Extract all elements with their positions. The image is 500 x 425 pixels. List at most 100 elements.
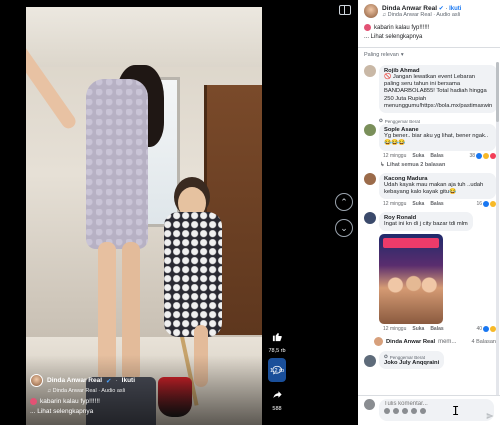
audio-label[interactable]: ♫ Dinda Anwar Real · Audio asli xyxy=(30,388,260,394)
comment-bubble: Sople Asane Yg bener.. biar aku yg lihat… xyxy=(379,124,496,151)
scene-person-standing xyxy=(86,79,148,249)
photo-sign xyxy=(383,238,439,249)
separator-dot: · xyxy=(115,377,118,384)
comment-composer xyxy=(358,395,500,425)
commenter-name[interactable]: Joko July Anqqraini xyxy=(384,360,439,366)
reaction-count: 16 xyxy=(476,201,482,208)
comment-item: Kacong Madura Udah kayak mau makan aja t… xyxy=(364,172,496,208)
comment-input-box[interactable] xyxy=(379,399,494,421)
commenter-avatar[interactable] xyxy=(364,172,376,185)
comment-time[interactable]: 12 minggu xyxy=(383,201,406,207)
verified-icon: ✔ xyxy=(438,5,444,12)
composer-tools xyxy=(384,408,489,414)
reaction-summary[interactable]: 16 xyxy=(476,201,496,208)
panel-caption-text: kabarin kalau fyp!!!!!! xyxy=(374,24,430,31)
comment-meta: 12 minggu Suka Balas 38 xyxy=(379,152,496,159)
gif-icon[interactable] xyxy=(411,408,417,414)
panel-author-name[interactable]: Dinda Anwar Real xyxy=(382,5,437,12)
reaction-count: 38 xyxy=(469,152,475,159)
reaction-summary[interactable]: 40 xyxy=(476,326,496,333)
panel-author-info: Dinda Anwar Real ✔ · Ikuti ♫ Dinda Anwar… xyxy=(382,5,461,18)
comment-text: Yg bener.. biar aku yg lihat, bener ngak… xyxy=(384,133,489,147)
like-comment-link[interactable]: Suka xyxy=(412,201,424,207)
comment-item: Dinda Anwar Real mem... 4 Balasan xyxy=(364,337,496,347)
app-root: Dinda Anwar Real ✔ · Ikuti ♫ Dinda Anwar… xyxy=(0,0,500,425)
collapse-panel-icon[interactable] xyxy=(339,5,351,15)
like-comment-link[interactable]: Suka xyxy=(412,326,424,332)
sticker-icon[interactable] xyxy=(420,408,426,414)
comment-list: Rojib Ahmad 🚫 Jangan lewatkan event Leba… xyxy=(358,58,500,370)
share-button[interactable] xyxy=(267,384,287,404)
view-replies-label: Lihat semua 2 balasan xyxy=(386,161,446,168)
comment-meta: 12 minggu Suka Balas 16 xyxy=(379,201,496,208)
like-button[interactable] xyxy=(267,326,287,346)
badge-icon: ✪ xyxy=(379,118,383,124)
commenter-avatar[interactable] xyxy=(364,65,376,77)
author-name[interactable]: Dinda Anwar Real xyxy=(47,377,102,384)
reaction-summary[interactable]: 38 xyxy=(469,152,496,159)
caption-text-row: kabarin kalau fyp!!!!!! xyxy=(30,398,260,405)
author-avatar[interactable] xyxy=(30,374,43,387)
scene-person-sweeping xyxy=(164,212,222,337)
reply-comment-link[interactable]: Balas xyxy=(430,153,443,159)
caption-author-row: Dinda Anwar Real ✔ · Ikuti xyxy=(30,374,260,387)
commenter-avatar[interactable] xyxy=(364,212,376,225)
reply-comment-link[interactable]: Balas xyxy=(430,201,443,207)
avatar-sticker-icon[interactable] xyxy=(384,408,390,414)
like-comment-link[interactable]: Suka xyxy=(412,153,424,159)
like-reaction-icon xyxy=(483,201,489,208)
commenter-name[interactable]: Dinda Anwar Real xyxy=(386,339,435,345)
comment-text: mem... xyxy=(438,338,457,345)
comment-body: Kacong Madura Udah kayak mau makan aja t… xyxy=(379,172,496,208)
commenter-avatar[interactable] xyxy=(364,124,376,137)
reaction-count: 40 xyxy=(476,326,482,333)
text-cursor-icon: I xyxy=(452,404,460,418)
photo-faces xyxy=(385,270,437,301)
commenter-avatar[interactable] xyxy=(364,355,376,368)
commenter-avatar[interactable] xyxy=(374,337,383,347)
follow-link[interactable]: Ikuti xyxy=(122,377,135,384)
replies-count[interactable]: 4 Balasan xyxy=(472,339,496,345)
share-count: 588 xyxy=(272,406,282,412)
camera-icon[interactable] xyxy=(402,408,408,414)
haha-reaction-icon xyxy=(483,152,489,159)
reply-arrow-icon: ↳ xyxy=(380,161,385,168)
comment-time[interactable]: 12 minggu xyxy=(383,153,406,159)
composer-row xyxy=(364,399,494,421)
comment-bubble: Rojib Ahmad 🚫 Jangan lewatkan event Leba… xyxy=(379,65,497,114)
comments-panel: Dinda Anwar Real ✔ · Ikuti ♫ Dinda Anwar… xyxy=(358,0,500,425)
verified-icon: ✔ xyxy=(106,377,112,385)
comment-item: Rojib Ahmad 🚫 Jangan lewatkan event Leba… xyxy=(364,65,497,114)
emoji-picker-icon[interactable] xyxy=(393,408,399,414)
comments-scrollbar[interactable] xyxy=(496,62,499,402)
share-arrow-icon xyxy=(272,390,282,398)
comment-body: Rojib Ahmad 🚫 Jangan lewatkan event Leba… xyxy=(379,65,497,114)
like-reaction-icon xyxy=(483,326,489,333)
scene-ceiling xyxy=(26,7,262,67)
panel-author-row: Dinda Anwar Real ✔ · Ikuti ♫ Dinda Anwar… xyxy=(364,4,494,18)
panel-author-avatar[interactable] xyxy=(364,4,378,18)
comment-photo[interactable] xyxy=(379,234,443,325)
previous-video-button[interactable]: ⌃ xyxy=(335,193,353,211)
send-icon[interactable] xyxy=(486,412,494,420)
see-more-link[interactable]: ... Lihat selengkapnya xyxy=(30,408,260,415)
panel-see-more-link[interactable]: ... Lihat selengkapnya xyxy=(364,34,494,40)
chevron-down-icon: ▾ xyxy=(400,52,404,58)
reel-video[interactable] xyxy=(26,7,262,425)
like-count: 78,5 rb xyxy=(268,348,286,354)
comment-time[interactable]: 12 minggu xyxy=(383,326,406,332)
chevron-down-icon: ⌄ xyxy=(340,222,348,233)
view-replies-link[interactable]: ↳ Lihat semua 2 balasan xyxy=(380,162,496,168)
like-reaction-icon xyxy=(476,152,482,159)
video-caption: Dinda Anwar Real ✔ · Ikuti ♫ Dinda Anwar… xyxy=(30,374,260,415)
comment-text: 🚫 Jangan lewatkan event Lebaran paling s… xyxy=(384,74,493,109)
reply-comment-link[interactable]: Balas xyxy=(430,326,443,332)
comment-body: ✪ Penggemar Berat Joko July Anqqraini xyxy=(379,351,496,370)
panel-audio-label[interactable]: ♫ Dinda Anwar Real · Audio asli xyxy=(382,12,461,18)
comment-text: Udah kayak mau makan aja tuh ..udah keba… xyxy=(384,181,484,195)
panel-follow-link[interactable]: Ikuti xyxy=(449,6,461,12)
next-video-button[interactable]: ⌄ xyxy=(335,219,353,237)
comment-input[interactable] xyxy=(384,401,474,407)
comment-bubble: Kacong Madura Udah kayak mau makan aja t… xyxy=(379,172,496,200)
comment-text: Ingat ini kn di j city bazar tdi mlm xyxy=(384,221,468,228)
